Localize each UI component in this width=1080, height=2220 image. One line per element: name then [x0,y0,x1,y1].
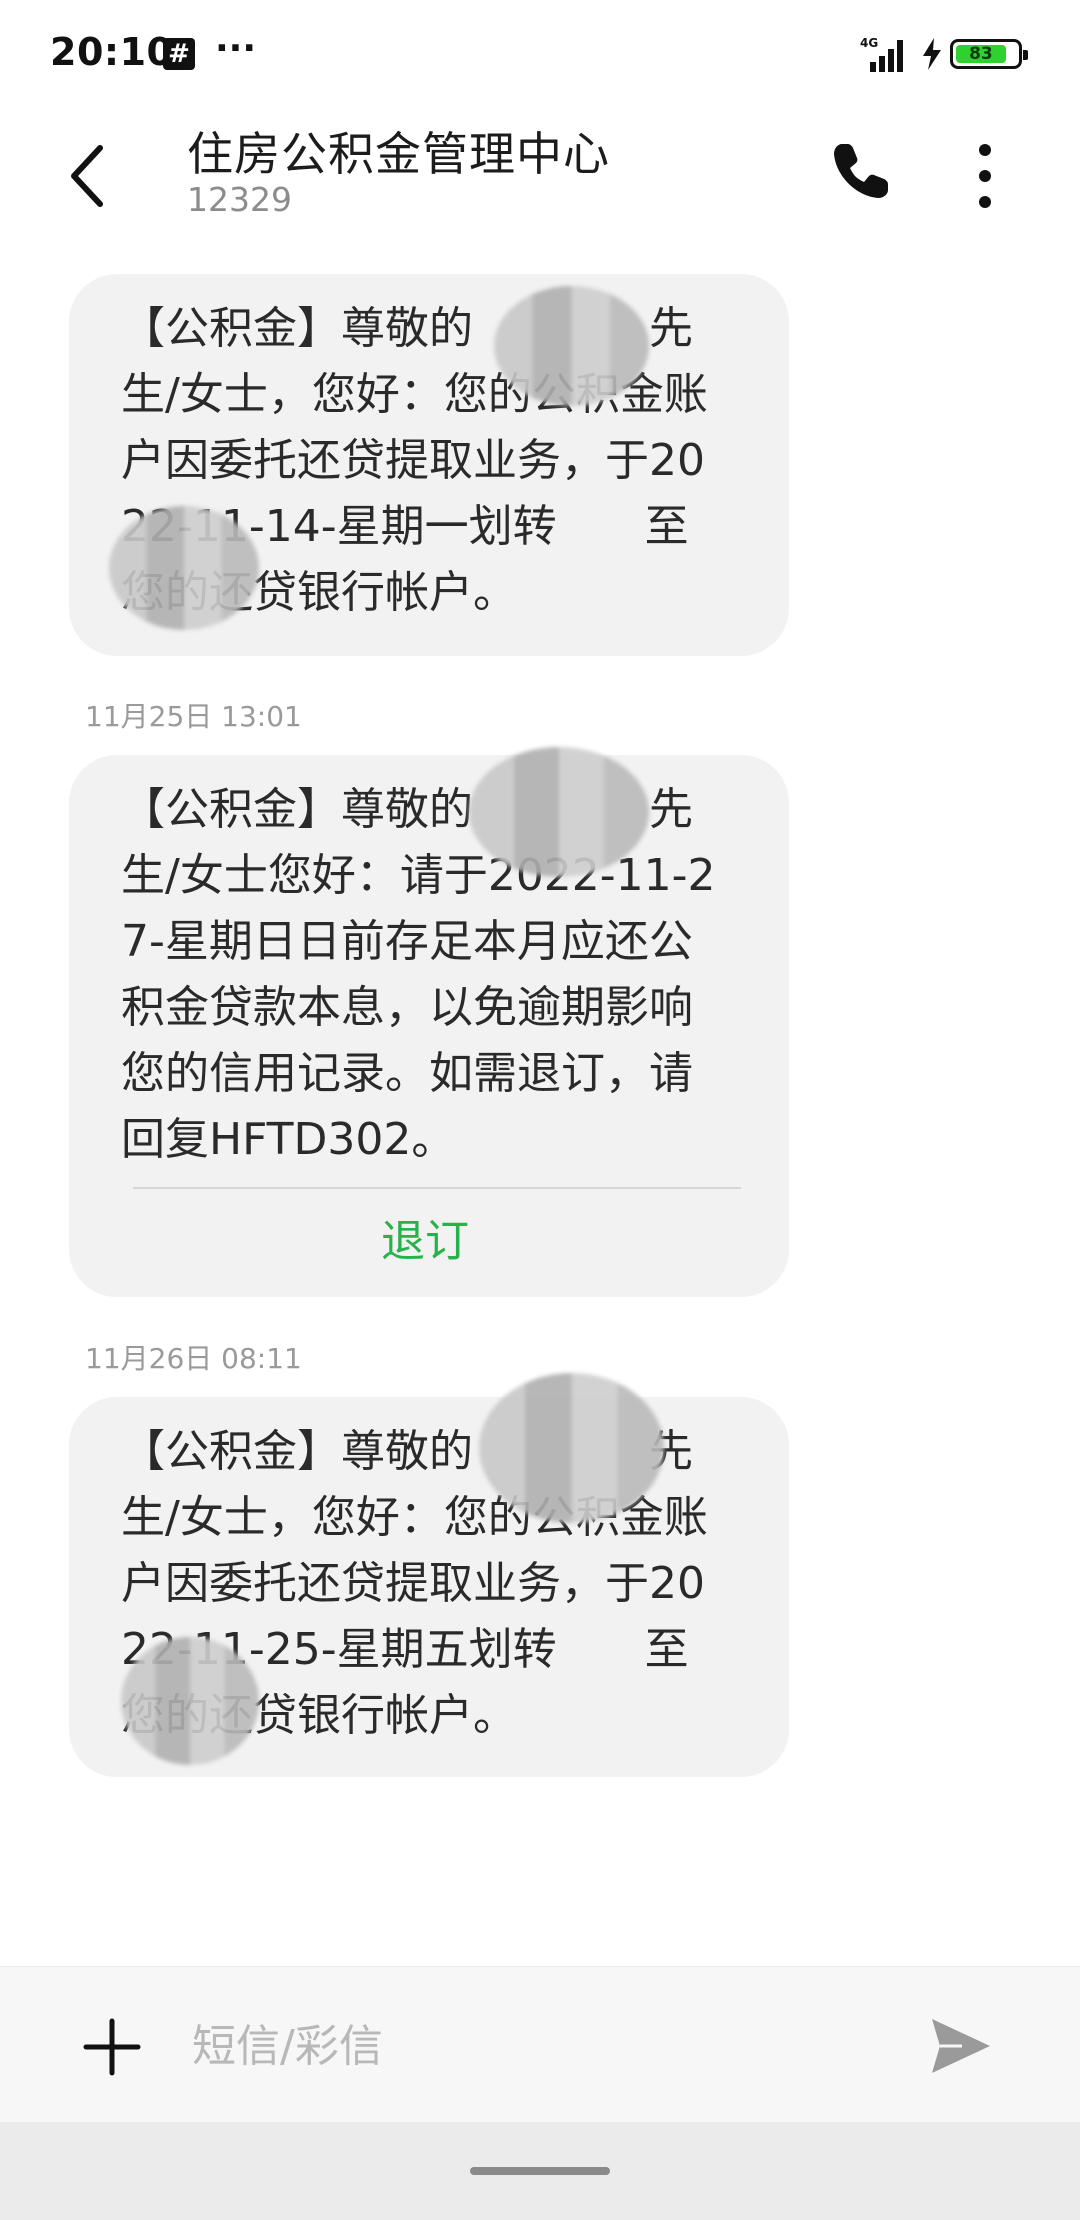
battery-icon: 83 [950,39,1028,69]
back-button[interactable] [60,136,120,216]
status-time: 20:10 [50,30,174,74]
more-options-button[interactable] [960,136,1010,216]
status-bar: 20:10 # ··· 4G 83 [0,0,1080,108]
message-composer [0,1966,1080,2123]
redaction-blur [479,1373,664,1523]
ellipsis-icon: ··· [215,28,257,69]
message-bubble[interactable]: 【公积金】尊敬的 先生/女士您好：请于2022-11-27-星期日日前存足本月应… [69,747,789,1297]
contact-name: 住房公积金管理中心 [187,127,610,181]
message-bubble[interactable]: 【公积金】尊敬的 先生/女士，您好：您的公积金账户因委托还贷提取业务，于2022… [69,1373,789,1777]
redaction-blur [121,1637,259,1765]
phone-call-button[interactable] [828,138,894,204]
network-type-label: 4G [860,36,878,50]
redaction-blur [469,747,649,877]
battery-level: 83 [956,45,1006,63]
redaction-blur [109,506,259,630]
unsubscribe-button[interactable]: 退订 [121,1207,729,1277]
message-timestamp: 11月26日 08:11 [85,1342,302,1375]
conversation-header: 住房公积金管理中心 12329 [0,108,1080,258]
signal-icon: 4G [860,36,903,72]
contact-number: 12329 [187,180,292,219]
message-input[interactable] [190,2007,874,2085]
charging-icon [923,38,941,70]
redaction-blur [494,286,649,406]
send-button[interactable] [928,2013,994,2079]
add-attachment-button[interactable] [80,2015,144,2079]
home-indicator[interactable] [470,2167,610,2175]
hash-icon: # [163,38,195,70]
message-bubble[interactable]: 【公积金】尊敬的 先生/女士，您好：您的公积金账户因委托还贷提取业务，于2022… [69,274,789,656]
divider [133,1187,741,1189]
system-nav-bar [0,2122,1080,2220]
message-timestamp: 11月25日 13:01 [85,700,302,733]
